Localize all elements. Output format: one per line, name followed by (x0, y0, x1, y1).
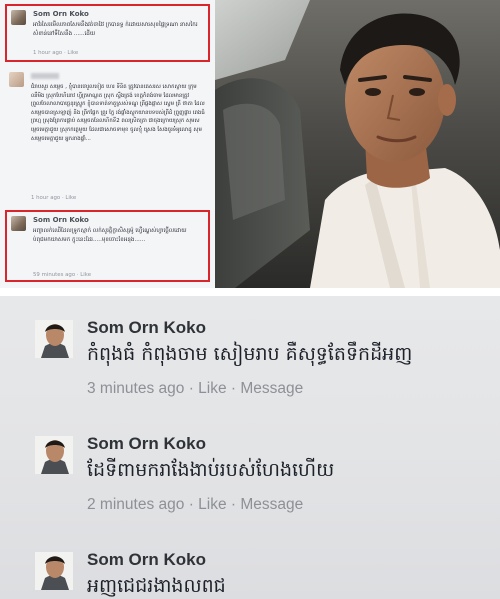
zoom-comment-2: Som Orn Koko ដែទីពាមករាងែងាប់របស់ហែងហើយ … (35, 434, 485, 526)
commenter-name-blurred[interactable] (31, 72, 59, 80)
commenter-name[interactable]: Som Orn Koko (87, 434, 206, 454)
like-link[interactable]: Like (67, 50, 78, 56)
comment-text: អញជេជរងាងលពជ (87, 575, 226, 597)
message-link[interactable]: Message (240, 380, 303, 397)
zoom-comment-3: Som Orn Koko អញជេជរងាងលពជ (35, 550, 485, 599)
avatar-image (35, 320, 73, 358)
comment-time: 59 minutes ago (33, 272, 76, 278)
comment-meta: 3 minutes ago · Like · Message (87, 380, 303, 398)
highlighted-comment-1: Som Orn Koko អាវ័រសៃរមើលភាពសែមនឹងវត់ចាវែ… (5, 4, 210, 62)
comment-panel: Som Orn Koko អាវ័រសៃរមើលភាពសែមនឹងវត់ចាវែ… (0, 0, 215, 288)
comment-text: ជំរាបសួរ សម្ភេច , ខ្ញុំបានចោរួលខៀត ហេរ ទ… (31, 84, 205, 142)
comment-time: 3 minutes ago (87, 380, 185, 397)
message-link[interactable]: Message (240, 496, 303, 513)
blurred-name-bar (31, 73, 59, 79)
comment-text: អាវ័រសៃរមើលភាពសែមនឹងវត់ចាវែវ ក្របានទ្ធ ក… (33, 22, 198, 37)
like-link[interactable]: Like (65, 195, 76, 201)
comment-time: 1 hour ago (33, 50, 63, 56)
commenter-name[interactable]: Som Orn Koko (33, 216, 89, 224)
like-link[interactable]: Like (198, 496, 226, 513)
comment-meta: 59 minutes ago · Like (33, 272, 91, 278)
top-composite: Som Orn Koko អាវ័រសៃរមើលភាពសែមនឹងវត់ចាវែ… (0, 0, 500, 288)
zoom-comment-1: Som Orn Koko កំពុងធំ កំពុងចាម សៀមរាប គឺស… (35, 318, 485, 410)
comment-time: 1 hour ago (31, 195, 61, 201)
commenter-avatar[interactable] (9, 72, 24, 87)
meta-separator: · (230, 496, 241, 513)
comment-meta: 1 hour ago · Like (33, 50, 78, 56)
avatar-image (35, 552, 73, 590)
commenter-avatar[interactable] (35, 552, 73, 590)
commenter-avatar[interactable] (11, 216, 26, 231)
commenter-name[interactable]: Som Orn Koko (87, 550, 206, 570)
profile-photo-image (215, 0, 500, 288)
commenter-avatar[interactable] (35, 436, 73, 474)
comment-time: 2 minutes ago (87, 496, 185, 513)
avatar-image (35, 436, 73, 474)
comment-text: ដែទីពាមករាងែងាប់របស់ហែងហើយ (87, 459, 335, 481)
comment-meta: 2 minutes ago · Like · Message (87, 496, 303, 514)
like-link[interactable]: Like (80, 272, 91, 278)
comment-text: អញ្ចាលក់ឈើដែលទ្រូកស្មាក់ លក់សូរត្តិក្លាស… (33, 228, 187, 243)
zoomed-comments: Som Orn Koko កំពុងធំ កំពុងចាម សៀមរាប គឺស… (0, 296, 500, 599)
comment-2: ជំរាបសួរ សម្ភេច , ខ្ញុំបានចោរួលខៀត ហេរ ទ… (5, 68, 210, 208)
commenter-avatar[interactable] (35, 320, 73, 358)
comment-text: កំពុងធំ កំពុងចាម សៀមរាប គឺសុទ្ធតែទឹកដីអញ (87, 343, 413, 365)
commenter-name[interactable]: Som Orn Koko (87, 318, 206, 338)
commenter-name[interactable]: Som Orn Koko (33, 10, 89, 18)
comment-meta: 1 hour ago · Like (31, 195, 76, 201)
highlighted-comment-3: Som Orn Koko អញ្ចាលក់ឈើដែលទ្រូកស្មាក់ លក… (5, 210, 210, 282)
profile-photo (215, 0, 500, 288)
like-link[interactable]: Like (198, 380, 226, 397)
commenter-avatar[interactable] (11, 10, 26, 25)
image-divider (0, 288, 500, 296)
meta-separator: · (188, 496, 199, 513)
meta-separator: · (230, 380, 241, 397)
meta-separator: · (188, 380, 199, 397)
